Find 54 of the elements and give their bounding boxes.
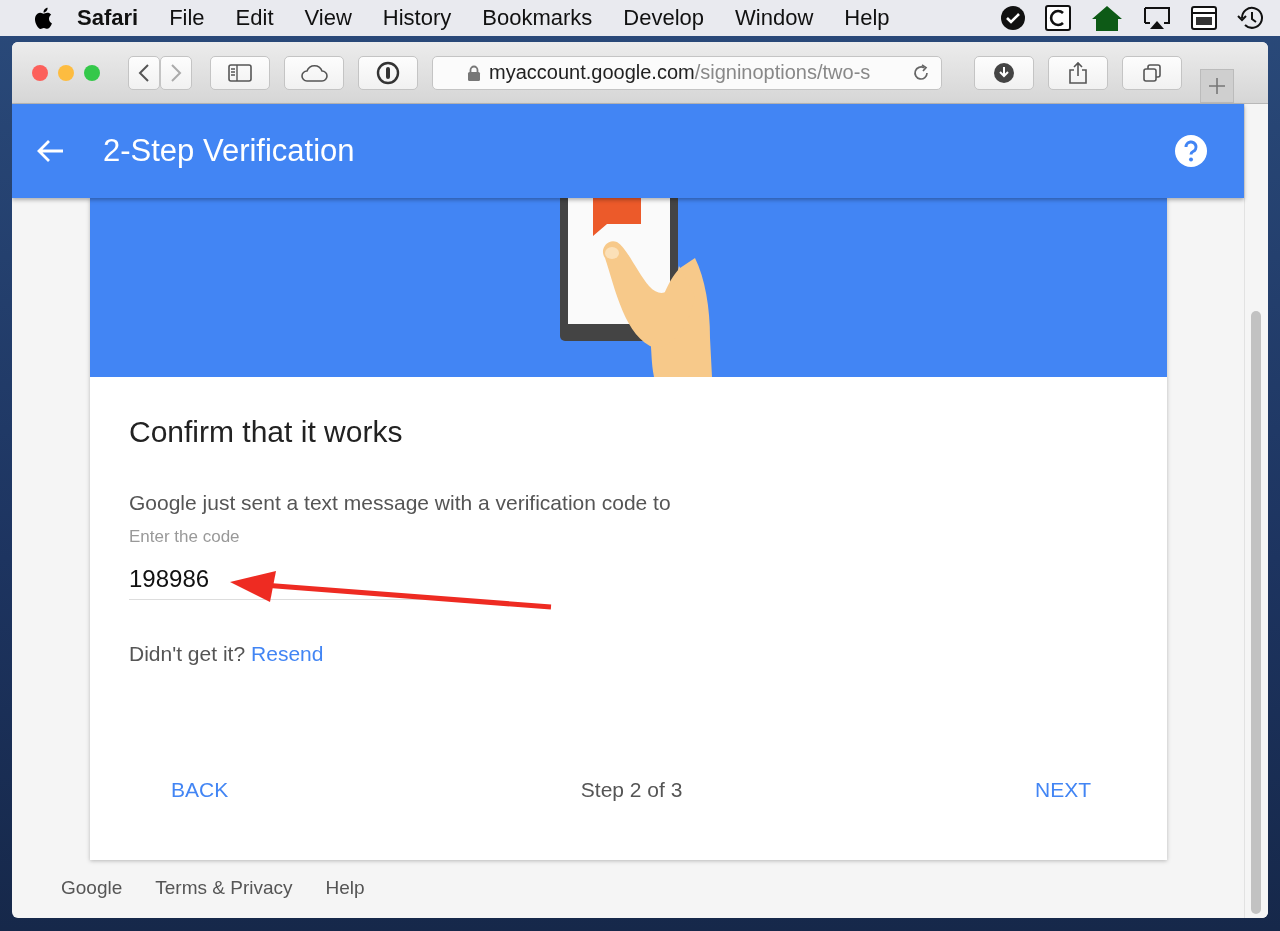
menu-item[interactable]: File [169, 5, 205, 31]
overlapping-squares-icon [1142, 62, 1162, 83]
menu-item[interactable]: Edit [235, 5, 274, 31]
menu-item[interactable]: History [382, 5, 452, 31]
menu-item[interactable]: Develop [623, 5, 705, 31]
scrollbar-thumb[interactable] [1251, 311, 1261, 914]
step-indicator: Step 2 of 3 [580, 778, 683, 802]
keyboard-window-icon[interactable] [1190, 5, 1218, 31]
share-icon [1068, 60, 1088, 85]
square-letter-icon[interactable] [1044, 4, 1072, 32]
reload-icon[interactable] [911, 62, 931, 83]
menu-item[interactable]: View [304, 5, 352, 31]
keyhole-circle-icon [376, 60, 400, 85]
menu-item[interactable]: Safari [77, 5, 139, 31]
chevron-right-icon [170, 62, 182, 83]
house-icon[interactable] [1090, 4, 1124, 32]
menu-item[interactable]: Help [844, 5, 890, 31]
back-button[interactable]: BACK [159, 774, 241, 806]
sidebar-button[interactable] [210, 55, 270, 90]
sidebar-icon [228, 63, 252, 82]
check-circle-icon[interactable] [1000, 5, 1026, 31]
apple-icon[interactable] [33, 6, 53, 30]
resend-link[interactable]: Resend [251, 642, 324, 666]
card-title: Confirm that it works [129, 415, 404, 449]
menu-item[interactable]: Bookmarks [482, 5, 593, 31]
close-button[interactable] [32, 64, 48, 81]
footer-link[interactable]: Terms & Privacy [155, 877, 293, 899]
airplay-icon[interactable] [1142, 6, 1172, 30]
downloads-button[interactable] [974, 55, 1034, 90]
share-button[interactable] [1048, 55, 1108, 90]
back-arrow-icon[interactable] [37, 139, 65, 163]
back-button[interactable] [128, 55, 160, 90]
cloud-icon [299, 62, 329, 83]
next-button[interactable]: NEXT [1023, 774, 1103, 806]
menu-item[interactable]: Window [735, 5, 814, 31]
help-icon[interactable] [1174, 134, 1208, 168]
message-text: Google just sent a text message with a verification code to [129, 491, 672, 515]
footer-link[interactable]: Google [61, 877, 123, 899]
scrollbar[interactable] [1244, 104, 1268, 918]
plus-icon [1208, 77, 1226, 95]
address-bar[interactable]: myaccount.google.com/signinoptions/two-s [432, 55, 942, 90]
clock-history-icon[interactable] [1236, 4, 1266, 32]
chevron-left-icon [138, 62, 150, 83]
field-label: Enter the code [129, 527, 240, 547]
url-path: /signinoptions/two-s [694, 61, 871, 84]
lock-icon [467, 64, 481, 81]
tabs-button[interactable] [1122, 55, 1182, 90]
password-button[interactable] [358, 55, 418, 90]
cloud-button[interactable] [284, 55, 344, 90]
resend-prompt: Didn't get it? [129, 642, 246, 666]
url-host: myaccount.google.com [489, 61, 695, 84]
footer-link[interactable]: Help [325, 877, 365, 899]
download-circle-icon [993, 61, 1015, 84]
page-title: 2-Step Verification [103, 133, 355, 169]
